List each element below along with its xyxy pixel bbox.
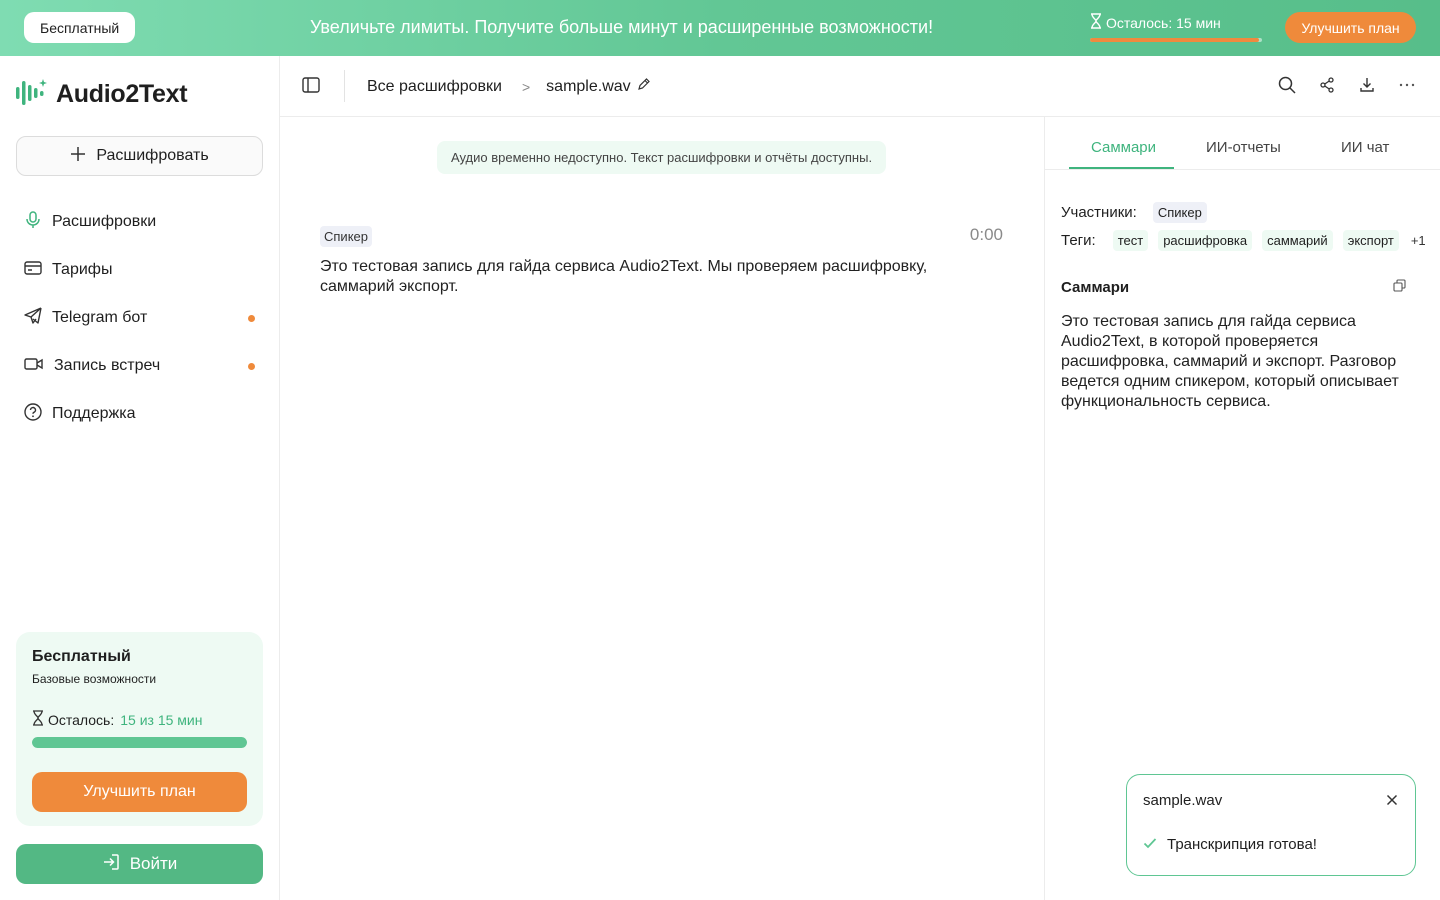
tag-chip[interactable]: саммарий	[1262, 230, 1333, 251]
sidebar-item-transcriptions[interactable]: Расшифровки	[16, 198, 263, 246]
speaker-tag[interactable]: Спикер	[320, 226, 372, 247]
banner-remaining-bar-fill	[1090, 38, 1259, 42]
sidebar-item-label: Запись встреч	[54, 357, 161, 374]
login-button-label: Войти	[129, 854, 178, 873]
copy-icon[interactable]	[1393, 279, 1406, 297]
active-tab-indicator	[1069, 167, 1174, 169]
toast-status: Транскрипция готова!	[1143, 836, 1317, 853]
sidebar-item-support[interactable]: Поддержка	[16, 390, 263, 438]
sidebar-item-label: Поддержка	[52, 405, 136, 422]
telegram-icon	[24, 306, 42, 330]
toast-file-name: sample.wav	[1143, 792, 1223, 809]
close-icon[interactable]	[1386, 793, 1398, 811]
content-header: Все расшифровки > sample.wav	[280, 56, 1440, 117]
plan-remaining-value: 15 из 15 мин	[120, 711, 203, 728]
breadcrumb: Все расшифровки > sample.wav	[367, 78, 650, 96]
plan-remaining-bar-fill	[32, 737, 247, 748]
tags-more[interactable]: +1	[1411, 233, 1426, 248]
brand-logo[interactable]: Audio2Text	[16, 78, 188, 111]
header-divider	[344, 70, 345, 102]
audio-unavailable-notice: Аудио временно недоступно. Текст расшифр…	[437, 141, 886, 174]
plan-description: Базовые возможности	[32, 672, 157, 686]
banner-remaining-bar	[1090, 38, 1262, 42]
download-icon[interactable]	[1358, 76, 1376, 94]
summary-title: Саммари	[1061, 279, 1130, 296]
sidebar: Audio2Text Расшифровать Расшифровки Тари…	[0, 56, 280, 900]
help-circle-icon	[24, 402, 42, 426]
plan-name: Бесплатный	[32, 648, 131, 665]
check-icon	[1143, 836, 1157, 853]
search-icon[interactable]	[1278, 76, 1296, 94]
tag-chip[interactable]: расшифровка	[1158, 230, 1253, 251]
plan-remaining-bar	[32, 737, 247, 748]
tags-label: Теги:	[1061, 232, 1096, 249]
hourglass-icon	[1090, 13, 1102, 32]
microphone-icon	[24, 210, 42, 234]
tags-row: Теги: тест расшифровка саммарий экспорт …	[1061, 230, 1426, 251]
tag-chip[interactable]: тест	[1112, 230, 1149, 251]
share-icon[interactable]	[1318, 76, 1336, 94]
transcribe-button-label: Расшифровать	[96, 147, 209, 164]
upgrade-banner: Бесплатный Увеличьте лимиты. Получите бо…	[0, 0, 1440, 56]
participants-label: Участники:	[1061, 204, 1137, 221]
participant-chip[interactable]: Спикер	[1152, 202, 1207, 223]
transcribe-button[interactable]: Расшифровать	[16, 136, 263, 176]
tab-ai-reports[interactable]: ИИ-отчеты	[1206, 139, 1281, 156]
credit-card-icon	[24, 259, 42, 282]
plus-icon	[70, 146, 86, 167]
plan-card: Бесплатный Базовые возможности Осталось:…	[16, 632, 263, 826]
banner-remaining: Осталось: 15 мин	[1090, 13, 1262, 42]
plan-badge[interactable]: Бесплатный	[24, 12, 136, 43]
sidebar-nav: Расшифровки Тарифы Telegram бот Запись в…	[16, 198, 263, 438]
hourglass-icon	[32, 710, 44, 729]
login-icon	[102, 853, 120, 876]
sidebar-item-label: Telegram бот	[52, 309, 148, 326]
tab-ai-chat[interactable]: ИИ чат	[1341, 139, 1389, 156]
sidebar-item-label: Расшифровки	[52, 213, 157, 230]
brand-name: Audio2Text	[56, 80, 188, 108]
panel-tabs: Саммари ИИ-отчеты ИИ чат	[1045, 117, 1440, 170]
segment-timestamp[interactable]: 0:00	[970, 225, 1003, 245]
toast-status-text: Транскрипция готова!	[1167, 836, 1317, 853]
upgrade-plan-button-top[interactable]: Улучшить план	[1285, 12, 1416, 43]
participants-row: Участники: Спикер	[1061, 202, 1217, 223]
segment-text: Это тестовая запись для гайда сервиса Au…	[320, 258, 928, 295]
video-camera-icon	[24, 355, 44, 378]
notification-toast: sample.wav Транскрипция готова!	[1126, 774, 1416, 876]
banner-message: Увеличьте лимиты. Получите больше минут …	[310, 17, 934, 37]
sidebar-item-meeting-recording[interactable]: Запись встреч	[16, 342, 263, 390]
notification-dot	[248, 315, 255, 322]
transcript-area: Аудио временно недоступно. Текст расшифр…	[280, 117, 1044, 900]
sidebar-item-tariffs[interactable]: Тарифы	[16, 246, 263, 294]
login-button[interactable]: Войти	[16, 844, 263, 884]
breadcrumb-separator: >	[521, 79, 531, 95]
pencil-icon[interactable]	[637, 78, 650, 96]
sidebar-item-telegram-bot[interactable]: Telegram бот	[16, 294, 263, 342]
breadcrumb-file-name: sample.wav	[546, 78, 631, 95]
breadcrumb-all-transcriptions[interactable]: Все расшифровки	[367, 78, 502, 96]
notification-dot	[248, 363, 255, 370]
plan-remaining: Осталось: 15 из 15 мин	[32, 710, 247, 729]
waveform-logo-icon	[16, 78, 48, 111]
summary-text: Это тестовая запись для гайда сервиса Au…	[1061, 313, 1399, 410]
upgrade-plan-button[interactable]: Улучшить план	[32, 772, 247, 812]
plan-remaining-label: Осталось:	[48, 711, 115, 728]
more-icon[interactable]	[1398, 76, 1416, 94]
tag-chip[interactable]: экспорт	[1342, 230, 1399, 251]
header-actions	[1278, 76, 1416, 94]
sidebar-item-label: Тарифы	[52, 261, 113, 278]
sidebar-toggle-icon[interactable]	[302, 77, 320, 98]
banner-remaining-label: Осталось: 15 мин	[1106, 14, 1221, 31]
tab-summary[interactable]: Саммари	[1091, 139, 1156, 156]
